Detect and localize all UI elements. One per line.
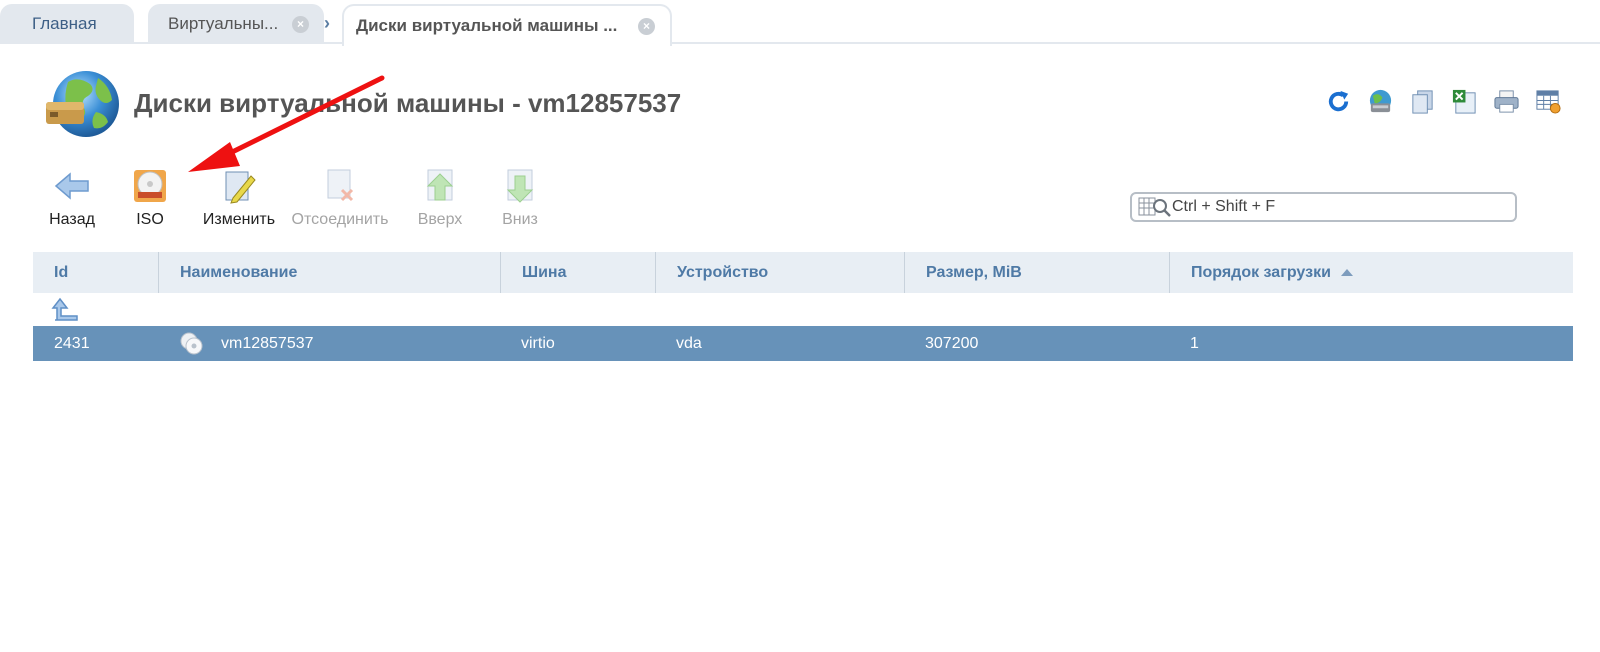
move-down-button[interactable]: Вниз xyxy=(484,166,556,229)
back-button-label: Назад xyxy=(49,211,95,228)
detach-button[interactable]: Отсоединить xyxy=(284,166,396,229)
tab-virtual-machines-label: Виртуальны... xyxy=(168,14,279,33)
column-header-id-label: Id xyxy=(54,263,69,281)
tab-virtual-machines[interactable]: Виртуальны... × xyxy=(148,4,324,44)
edit-button[interactable]: Изменить xyxy=(194,166,284,229)
column-header-bus[interactable]: Шина xyxy=(500,252,655,293)
excel-export-icon[interactable] xyxy=(1451,88,1478,115)
print-icon[interactable] xyxy=(1493,88,1520,115)
sort-ascending-icon xyxy=(1340,269,1353,276)
annotation-arrow-icon xyxy=(188,75,385,172)
globe-disk-icon[interactable] xyxy=(1367,88,1394,115)
table-search-icon xyxy=(1138,197,1171,217)
detach-icon xyxy=(327,169,354,202)
column-header-size[interactable]: Размер, MiB xyxy=(904,252,1169,293)
column-header-device[interactable]: Устройство xyxy=(655,252,904,293)
cell-device: vda xyxy=(676,334,702,352)
breadcrumb-chevron-icon: › xyxy=(324,13,330,33)
cell-size: 307200 xyxy=(925,334,979,352)
copy-icon[interactable] xyxy=(1409,88,1436,115)
iso-disc-icon xyxy=(134,170,166,202)
column-header-bus-label: Шина xyxy=(522,263,567,281)
column-header-boot-order-label: Порядок загрузки xyxy=(1191,263,1331,281)
edit-pencil-icon xyxy=(225,171,256,204)
close-tab-icon[interactable]: × xyxy=(292,16,309,33)
move-up-button-label: Вверх xyxy=(417,211,463,228)
toolbar: Назад ISO Изменить Отсоединить Вверх Вни… xyxy=(38,166,556,229)
tab-home[interactable]: Главная xyxy=(0,4,134,44)
disks-table: Id Наименование Шина Устройство Размер, … xyxy=(33,252,1573,361)
cell-name-text: vm12857537 xyxy=(221,334,314,352)
cell-boot-order: 1 xyxy=(1190,334,1199,352)
close-tab-icon[interactable]: × xyxy=(638,18,655,35)
tab-vm-disks-label: Диски виртуальной машины ... xyxy=(356,16,618,35)
column-header-id[interactable]: Id xyxy=(33,252,158,293)
move-up-button[interactable]: Вверх xyxy=(396,166,484,229)
tab-bar: Главная Виртуальны... × › Диски виртуаль… xyxy=(0,0,1600,46)
table-row[interactable]: 2431 vm12857537 virtio vda 307200 1 xyxy=(33,326,1573,361)
column-header-name[interactable]: Наименование xyxy=(158,252,500,293)
back-button[interactable]: Назад xyxy=(38,166,106,229)
search-box xyxy=(1130,192,1517,222)
search-input[interactable] xyxy=(1172,198,1502,216)
back-arrow-icon xyxy=(54,172,89,200)
column-header-device-label: Устройство xyxy=(677,263,769,281)
page-title: Диски виртуальной машины - vm12857537 xyxy=(134,88,682,118)
cell-bus: virtio xyxy=(521,334,555,352)
move-down-icon xyxy=(506,169,534,203)
disk-icon xyxy=(180,332,203,354)
tab-vm-disks[interactable]: Диски виртуальной машины ... × xyxy=(342,4,672,46)
tab-home-label: Главная xyxy=(32,14,97,33)
detach-button-label: Отсоединить xyxy=(291,211,389,228)
refresh-icon[interactable] xyxy=(1325,88,1352,115)
column-header-name-label: Наименование xyxy=(180,263,298,281)
table-settings-icon[interactable] xyxy=(1535,88,1562,115)
table-header: Id Наименование Шина Устройство Размер, … xyxy=(33,252,1573,293)
move-down-button-label: Вниз xyxy=(502,211,538,228)
column-header-size-label: Размер, MiB xyxy=(926,263,1022,281)
vm-disks-globe-icon xyxy=(44,68,122,140)
iso-button[interactable]: ISO xyxy=(106,166,194,229)
top-actions xyxy=(1325,88,1562,115)
iso-button-label: ISO xyxy=(136,211,164,228)
cell-name: vm12857537 xyxy=(158,326,500,361)
edit-button-label: Изменить xyxy=(202,211,276,228)
column-header-boot-order[interactable]: Порядок загрузки xyxy=(1169,252,1573,293)
parent-level-row[interactable] xyxy=(33,293,1573,326)
move-up-icon xyxy=(426,169,454,201)
cell-id: 2431 xyxy=(54,334,90,352)
level-up-icon xyxy=(51,297,78,321)
